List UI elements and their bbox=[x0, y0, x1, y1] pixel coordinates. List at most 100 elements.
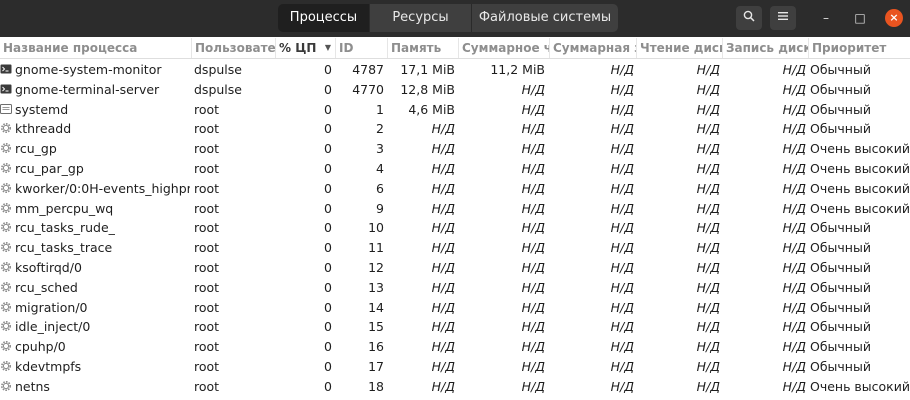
process-cpu: 0 bbox=[324, 259, 332, 275]
process-disk-read: Н/Д bbox=[696, 358, 720, 374]
process-disk-read: Н/Д bbox=[696, 101, 720, 117]
column-header-id[interactable]: ID bbox=[336, 38, 388, 58]
process-total-write: Н/Д bbox=[610, 200, 634, 216]
table-row[interactable]: gnome-terminal-server dspulse 0 4770 12,8 Mi… bbox=[0, 80, 910, 100]
table-row[interactable]: ksoftirqd/0 root 0 12 Н/Д Н/Д Н/Д Н/Д Н/Д Обычный bbox=[0, 258, 910, 278]
process-disk-write: Н/Д bbox=[782, 200, 806, 216]
process-disk-write: Н/Д bbox=[782, 81, 806, 97]
process-disk-read: Н/Д bbox=[696, 240, 720, 256]
gear-icon bbox=[0, 259, 12, 272]
process-id: 16 bbox=[368, 339, 384, 355]
search-button[interactable] bbox=[736, 6, 762, 30]
process-disk-read: Н/Д bbox=[696, 279, 720, 295]
process-cpu: 0 bbox=[324, 240, 332, 256]
process-total-read: Н/Д bbox=[521, 121, 545, 137]
process-memory: Н/Д bbox=[431, 240, 455, 256]
table-row[interactable]: migration/0 root 0 14 Н/Д Н/Д Н/Д Н/Д Н/Д Обычный bbox=[0, 298, 910, 318]
process-disk-write: Н/Д bbox=[782, 319, 806, 335]
gear-icon bbox=[0, 299, 12, 312]
process-total-read: Н/Д bbox=[521, 200, 545, 216]
process-cpu: 0 bbox=[324, 220, 332, 236]
process-memory: Н/Д bbox=[431, 279, 455, 295]
process-memory: Н/Д bbox=[431, 378, 455, 394]
table-row[interactable]: kthreadd root 0 2 Н/Д Н/Д Н/Д Н/Д Н/Д Обычный bbox=[0, 119, 910, 139]
process-priority: Обычный bbox=[810, 279, 871, 295]
table-row[interactable]: mm_percpu_wq root 0 9 Н/Д Н/Д Н/Д Н/Д Н/Д Очень в… bbox=[0, 199, 910, 219]
process-user: root bbox=[194, 180, 220, 196]
process-name-cell: rcu_gp bbox=[0, 139, 190, 159]
table-row[interactable]: gnome-system-monitor dspulse 0 4787 17,1 MiB… bbox=[0, 60, 910, 80]
table-row[interactable]: rcu_par_gp root 0 4 Н/Д Н/Д Н/Д Н/Д Н/Д Очень выс… bbox=[0, 159, 910, 179]
process-cpu: 0 bbox=[324, 180, 332, 196]
process-id: 9 bbox=[376, 200, 384, 216]
process-disk-read: Н/Д bbox=[696, 62, 720, 77]
process-name-cell: gnome-terminal-server bbox=[0, 80, 190, 100]
maximize-button[interactable]: □ bbox=[851, 9, 869, 27]
view-switcher: Процессы Ресурсы Файловые системы bbox=[278, 4, 618, 32]
table-row[interactable]: rcu_sched root 0 13 Н/Д Н/Д Н/Д Н/Д Н/Д Обычный bbox=[0, 278, 910, 298]
process-disk-write: Н/Д bbox=[782, 141, 806, 157]
column-header-user[interactable]: Пользователь bbox=[192, 38, 276, 58]
column-header-cpu[interactable]: % ЦП ▼ bbox=[276, 38, 336, 58]
table-row[interactable]: netns root 0 18 Н/Д Н/Д Н/Д Н/Д Н/Д Очень высокий bbox=[0, 377, 910, 397]
table-row[interactable]: rcu_tasks_rude_ root 0 10 Н/Д Н/Д Н/Д Н/Д Н/Д Обы… bbox=[0, 218, 910, 238]
process-total-write: Н/Д bbox=[610, 220, 634, 236]
column-header-memory[interactable]: Память bbox=[388, 38, 459, 58]
process-id: 18 bbox=[368, 378, 384, 394]
process-total-write: Н/Д bbox=[610, 339, 634, 355]
process-name: mm_percpu_wq bbox=[15, 200, 114, 216]
process-name-cell: rcu_tasks_trace bbox=[0, 238, 190, 258]
process-total-write: Н/Д bbox=[610, 279, 634, 295]
process-disk-write: Н/Д bbox=[782, 240, 806, 256]
process-priority: Обычный bbox=[810, 101, 871, 117]
gear-icon bbox=[0, 160, 12, 173]
table-row[interactable]: rcu_gp root 0 3 Н/Д Н/Д Н/Д Н/Д Н/Д Очень высокий bbox=[0, 139, 910, 159]
process-cpu: 0 bbox=[324, 279, 332, 295]
process-disk-write: Н/Д bbox=[782, 180, 806, 196]
process-user: root bbox=[194, 121, 220, 137]
process-memory: Н/Д bbox=[431, 299, 455, 315]
table-row[interactable]: kdevtmpfs root 0 17 Н/Д Н/Д Н/Д Н/Д Н/Д Обычный bbox=[0, 357, 910, 377]
process-disk-write: Н/Д bbox=[782, 279, 806, 295]
process-cpu: 0 bbox=[324, 81, 332, 97]
gear-icon bbox=[0, 318, 12, 332]
table-row[interactable]: systemd root 0 1 4,6 MiB Н/Д Н/Д Н/Д Н/Д Обычный bbox=[0, 100, 910, 120]
process-priority: Обычный bbox=[810, 319, 871, 335]
process-name: kworker/0:0H-events_highpri bbox=[15, 180, 190, 196]
process-user: root bbox=[194, 378, 220, 394]
hamburger-menu-icon bbox=[778, 12, 788, 20]
tab-file-systems[interactable]: Файловые системы bbox=[472, 4, 618, 32]
process-name-cell: kdevtmpfs bbox=[0, 357, 190, 377]
table-row[interactable]: idle_inject/0 root 0 15 Н/Д Н/Д Н/Д Н/Д Н/Д Обычн… bbox=[0, 317, 910, 337]
column-header-priority[interactable]: Приоритет bbox=[809, 38, 910, 58]
close-button[interactable]: × bbox=[885, 9, 903, 27]
process-total-write: Н/Д bbox=[610, 81, 634, 97]
gear-icon bbox=[0, 338, 12, 352]
process-priority: Обычный bbox=[810, 220, 871, 236]
column-header-disk-write[interactable]: Запись диска bbox=[723, 38, 809, 58]
process-priority: Обычный bbox=[810, 81, 871, 97]
process-name-cell: migration/0 bbox=[0, 298, 190, 318]
tab-resources[interactable]: Ресурсы bbox=[370, 4, 472, 32]
column-header-disk-read[interactable]: Чтение диска bbox=[637, 38, 723, 58]
column-header-total-write[interactable]: Суммарная запись bbox=[550, 38, 637, 58]
process-user: dspulse bbox=[194, 62, 242, 77]
header-bar: Процессы Ресурсы Файловые системы – □ × bbox=[0, 0, 910, 37]
process-disk-read: Н/Д bbox=[696, 299, 720, 315]
process-memory: Н/Д bbox=[431, 160, 455, 176]
process-total-write: Н/Д bbox=[610, 259, 634, 275]
process-priority: Обычный bbox=[810, 121, 871, 137]
minimize-button[interactable]: – bbox=[817, 9, 835, 27]
process-id: 11 bbox=[368, 240, 384, 256]
gear-icon bbox=[0, 378, 12, 391]
terminal-app-icon bbox=[0, 61, 12, 74]
process-name: kdevtmpfs bbox=[15, 358, 82, 374]
process-user: root bbox=[194, 358, 220, 374]
main-menu-button[interactable] bbox=[770, 6, 796, 30]
column-header-name[interactable]: Название процесса bbox=[0, 38, 192, 58]
table-row[interactable]: rcu_tasks_trace root 0 11 Н/Д Н/Д Н/Д Н/Д Н/Д Обы… bbox=[0, 238, 910, 258]
column-header-total-read[interactable]: Суммарное чтение bbox=[459, 38, 550, 58]
table-row[interactable]: kworker/0:0H-events_highpri root 0 6 Н/Д Н/Д Н… bbox=[0, 179, 910, 199]
tab-processes[interactable]: Процессы bbox=[278, 4, 370, 32]
table-row[interactable]: cpuhp/0 root 0 16 Н/Д Н/Д Н/Д Н/Д Н/Д Обычный bbox=[0, 337, 910, 357]
